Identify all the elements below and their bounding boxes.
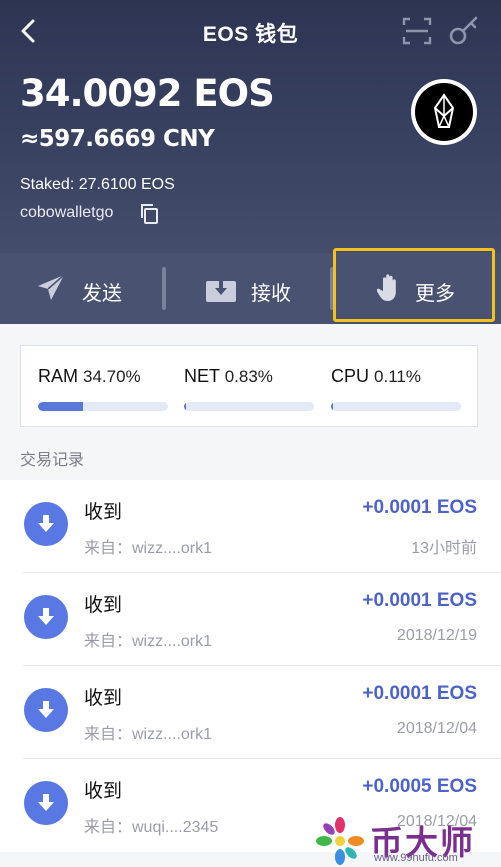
cpu-label: CPU xyxy=(331,366,370,386)
net-label: NET xyxy=(184,366,220,386)
transaction-amount: +0.0001 EOS xyxy=(362,590,477,611)
more-button-highlight xyxy=(333,248,495,322)
transaction-amount: +0.0001 EOS xyxy=(362,497,477,518)
transaction-row[interactable]: 收到来自：wizz....ork1 +0.0001 EOS 2018/12/19 xyxy=(0,573,501,666)
nav-bar: EOS 钱包 xyxy=(0,0,501,64)
eos-logo-icon xyxy=(433,93,455,128)
cpu-bar xyxy=(331,402,461,411)
receive-arrow-icon xyxy=(24,688,68,732)
ram-usage: RAM 34.70% xyxy=(38,366,141,387)
net-bar-fill xyxy=(184,402,186,411)
transaction-type: 收到 xyxy=(84,502,123,523)
resource-card: RAM 34.70% NET 0.83% CPU 0.11% xyxy=(20,345,478,427)
send-label: 发送 xyxy=(82,283,122,305)
send-button[interactable]: 发送 xyxy=(0,253,165,324)
paper-plane-icon xyxy=(38,274,65,300)
transaction-from: 来自：wuqi....2345 xyxy=(84,819,219,836)
section-title: 交易记录 xyxy=(20,452,85,469)
transaction-time: 2018/12/04 xyxy=(396,720,477,737)
receive-arrow-icon xyxy=(24,781,68,825)
transaction-from: 来自：wizz....ork1 xyxy=(84,633,213,650)
scan-icon[interactable] xyxy=(402,16,432,46)
receive-label: 接收 xyxy=(251,283,291,305)
action-divider xyxy=(162,267,166,310)
receive-arrow-icon xyxy=(24,595,68,639)
net-usage: NET 0.83% xyxy=(184,366,273,387)
transaction-from: 来自：wizz....ork1 xyxy=(84,726,213,743)
receive-tray-icon xyxy=(206,278,236,302)
cpu-usage: CPU 0.11% xyxy=(331,366,421,387)
transaction-type: 收到 xyxy=(84,781,123,802)
staked-amount: Staked: 27.6100 EOS xyxy=(20,176,175,193)
receive-arrow-icon xyxy=(24,502,68,546)
transaction-row[interactable]: 收到来自：wizz....ork1 +0.0001 EOS 13小时前 xyxy=(0,480,501,573)
ram-bar xyxy=(38,402,168,411)
watermark: 币大师 www.99hufu.com xyxy=(312,812,501,867)
watermark-url: www.99hufu.com xyxy=(374,852,458,864)
transaction-type: 收到 xyxy=(84,595,123,616)
transaction-from: 来自：wizz....ork1 xyxy=(84,540,213,557)
transaction-row[interactable]: 收到来自：wizz....ork1 +0.0001 EOS 2018/12/04 xyxy=(0,666,501,759)
cpu-bar-fill xyxy=(331,402,333,411)
copy-icon[interactable] xyxy=(139,203,159,225)
key-icon[interactable] xyxy=(448,14,480,46)
transaction-amount: +0.0001 EOS xyxy=(362,683,477,704)
flower-logo-icon xyxy=(316,817,364,865)
receive-button[interactable]: 接收 xyxy=(167,253,332,324)
transaction-time: 2018/12/19 xyxy=(396,627,477,644)
cny-balance: ≈597.6669 CNY xyxy=(20,126,215,152)
ram-label: RAM xyxy=(38,366,78,386)
transaction-type: 收到 xyxy=(84,688,123,709)
cpu-value: 0.11% xyxy=(374,367,421,386)
eos-logo xyxy=(411,79,477,145)
ram-bar-fill xyxy=(38,402,84,411)
net-value: 0.83% xyxy=(224,367,273,386)
transaction-time: 13小时前 xyxy=(411,540,477,557)
wallet-header: EOS 钱包 34.0092 EOS ≈597.6669 CNY Staked:… xyxy=(0,0,501,253)
eos-balance: 34.0092 EOS xyxy=(20,72,275,115)
ram-value: 34.70% xyxy=(83,367,141,386)
net-bar xyxy=(184,402,314,411)
account-name: cobowalletgo xyxy=(20,204,114,221)
transaction-amount: +0.0005 EOS xyxy=(362,776,477,797)
